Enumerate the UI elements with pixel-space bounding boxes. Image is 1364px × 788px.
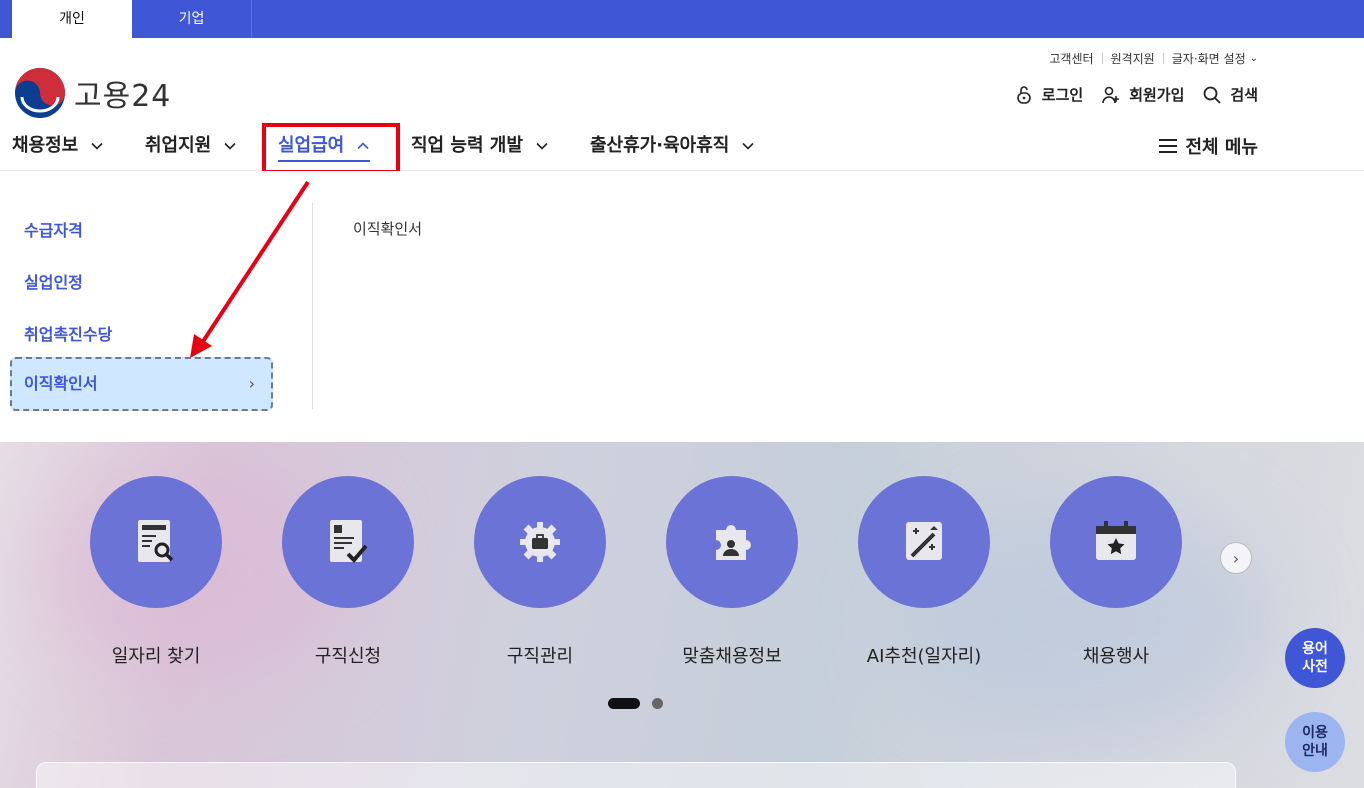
divider <box>1162 53 1164 64</box>
lock-icon <box>1016 85 1031 104</box>
quick-label: 채용행사 <box>1082 646 1150 667</box>
quick-item-job-search[interactable]: 일자리 찾기 <box>90 476 222 668</box>
signup-label: 회원가입 <box>1129 86 1185 104</box>
customer-center-link[interactable]: 고객센터 <box>1049 50 1093 67</box>
logo-text: 고용24 <box>74 79 172 114</box>
content-card <box>36 762 1236 788</box>
calendar-star-icon <box>1096 521 1136 560</box>
tab-business[interactable]: 기업 <box>132 0 252 38</box>
search-label: 검색 <box>1230 86 1258 104</box>
quick-label: 맞춤채용정보 <box>682 646 782 667</box>
chevron-down-icon <box>91 142 103 150</box>
taegeuk-emblem-icon <box>15 68 65 118</box>
gnb-label: 취업지원 <box>145 135 212 156</box>
quick-label: 일자리 찾기 <box>111 646 201 667</box>
submenu-item-eligibility[interactable]: 수급자격 <box>24 217 83 241</box>
mega-menu-panel: 수급자격 실업인정 취업촉진수당 이직확인서 › 이직확인서 <box>0 171 1364 442</box>
gnb-item-parental-leave[interactable]: 출산휴가·육아휴직 <box>590 122 755 170</box>
quick-label: 구직관리 <box>506 646 574 667</box>
chevron-right-icon: › <box>248 374 255 393</box>
login-button[interactable]: 로그인 <box>1014 84 1083 105</box>
guide-line2: 안내 <box>1302 743 1328 759</box>
quick-item-job-application[interactable]: 구직신청 <box>282 476 414 668</box>
user-type-tabs: 개인 기업 <box>0 0 1364 38</box>
gear-briefcase-icon <box>520 522 560 562</box>
quick-circle <box>282 476 414 608</box>
quick-circle <box>1050 476 1182 608</box>
gnb-item-job-training[interactable]: 직업 능력 개발 <box>411 122 549 170</box>
quick-label: 구직신청 <box>314 646 382 667</box>
carousel-next-button[interactable]: › <box>1220 542 1252 574</box>
carousel-pagination <box>608 698 663 709</box>
login-label: 로그인 <box>1041 86 1084 104</box>
glossary-line2: 사전 <box>1302 659 1328 675</box>
gnb-item-jobs[interactable]: 채용정보 <box>12 122 104 170</box>
quick-circle <box>474 476 606 608</box>
search-button[interactable]: 검색 <box>1202 84 1258 105</box>
glossary-line1: 용어 <box>1302 641 1328 657</box>
divider <box>312 203 313 409</box>
utility-links: 고객센터 원격지원 글자·화면 설정 ⌄ <box>1049 50 1258 67</box>
quick-item-job-events[interactable]: 채용행사 <box>1050 476 1182 668</box>
quick-circle <box>858 476 990 608</box>
site-logo[interactable]: 고용24 <box>14 67 171 119</box>
member-menu: 로그인 회원가입 검색 <box>996 84 1258 105</box>
submenu-item-reemployment-allowance[interactable]: 취업촉진수당 <box>24 321 112 345</box>
chevron-down-icon <box>742 142 754 150</box>
quick-circle <box>90 476 222 608</box>
signup-button[interactable]: 회원가입 <box>1101 84 1184 105</box>
quick-circle <box>666 476 798 608</box>
gnb-label: 채용정보 <box>12 135 79 156</box>
document-search-icon <box>138 520 174 562</box>
quick-item-job-management[interactable]: 구직관리 <box>474 476 606 668</box>
pagination-dot[interactable] <box>652 698 663 709</box>
all-menu-button[interactable]: 전체 메뉴 <box>1159 122 1258 170</box>
remote-support-link[interactable]: 원격지원 <box>1111 50 1155 67</box>
document-check-icon <box>330 520 368 563</box>
annotation-highlight-box <box>262 123 400 174</box>
gnb-label: 출산휴가·육아휴직 <box>590 135 730 156</box>
submenu-item-recognition[interactable]: 실업인정 <box>24 269 83 293</box>
search-icon <box>1203 86 1222 104</box>
glossary-button[interactable]: 용어사전 <box>1285 628 1345 688</box>
chevron-down-icon[interactable]: ⌄ <box>1250 53 1258 64</box>
quick-menu-section: 일자리 찾기 구직신청 구직관리 맞춤채용정보 AI추천(일자리) 채용행사 › <box>0 442 1364 788</box>
puzzle-person-icon <box>716 524 751 560</box>
hamburger-icon <box>1159 139 1178 153</box>
add-user-icon <box>1102 86 1120 103</box>
display-settings-link[interactable]: 글자·화면 설정 <box>1172 50 1246 67</box>
chevron-down-icon <box>224 142 236 150</box>
quick-label: AI추천(일자리) <box>866 646 982 667</box>
magic-wand-icon <box>906 522 942 560</box>
guide-line1: 이용 <box>1302 725 1328 741</box>
submenu-item-separation-certificate[interactable]: 이직확인서 › <box>10 357 273 411</box>
gnb-label: 직업 능력 개발 <box>411 135 523 156</box>
tab-personal[interactable]: 개인 <box>12 0 132 38</box>
all-menu-label: 전체 메뉴 <box>1185 137 1258 158</box>
quick-item-custom-jobs[interactable]: 맞춤채용정보 <box>666 476 798 668</box>
gnb-item-employment-support[interactable]: 취업지원 <box>145 122 237 170</box>
quick-item-ai-recommendation[interactable]: AI추천(일자리) <box>858 476 990 668</box>
submenu-label: 이직확인서 <box>24 374 98 393</box>
divider <box>1101 53 1103 64</box>
pagination-dot-active[interactable] <box>608 698 640 709</box>
usage-guide-button[interactable]: 이용안내 <box>1285 712 1345 772</box>
chevron-down-icon <box>536 142 548 150</box>
depth3-item-separation-certificate[interactable]: 이직확인서 <box>353 218 422 239</box>
chevron-right-icon: › <box>1232 548 1240 568</box>
